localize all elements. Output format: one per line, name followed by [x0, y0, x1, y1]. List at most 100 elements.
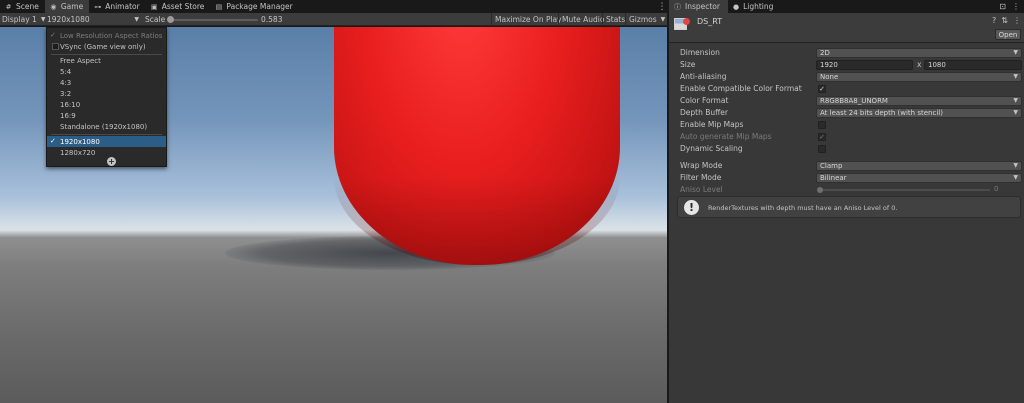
- wrap-mode-dropdown[interactable]: Clamp ▼: [816, 161, 1022, 171]
- anti-aliasing-label: Anti-aliasing: [680, 72, 727, 81]
- dimension-dropdown[interactable]: 2D ▼: [816, 48, 1022, 58]
- tab-package-manager-label: Package Manager: [226, 2, 293, 11]
- filter-mode-value: Bilinear: [820, 174, 847, 182]
- maximize-on-play-toggle[interactable]: Maximize On Play: [491, 13, 565, 26]
- chevron-down-icon: ▼: [1013, 162, 1018, 169]
- prop-mip-maps: Enable Mip Maps: [669, 119, 1024, 131]
- inspector-panel: ⓘ Inspector ● Lighting ⊡ ⋮ DS_RT ? ⇅ ⋮ Ope…: [669, 0, 1024, 403]
- aspect-option[interactable]: 3:2: [47, 88, 166, 99]
- scene-tab-bar: # Scene ◉ Game ⊶ Animator ▣ Asset Store ▤ Pac…: [0, 0, 667, 13]
- low-res-label: Low Resolution Aspect Ratios: [60, 31, 163, 40]
- resolution-dropdown-menu: ✓ Low Resolution Aspect Ratios VSync (Gam…: [46, 27, 167, 167]
- resolution-option[interactable]: 1280x720: [47, 147, 166, 158]
- tab-inspector-label: Inspector: [685, 2, 720, 11]
- checkbox[interactable]: [52, 43, 59, 50]
- compatible-color-checkbox[interactable]: ✓: [818, 85, 826, 93]
- anti-aliasing-value: None: [820, 73, 839, 81]
- aspect-option[interactable]: 16:10: [47, 99, 166, 110]
- tab-asset-store[interactable]: ▣ Asset Store: [146, 0, 211, 13]
- more-options-icon[interactable]: ⋮: [1012, 2, 1020, 11]
- tab-inspector[interactable]: ⓘ Inspector: [669, 0, 728, 13]
- shopping-bag-icon: ▣: [150, 2, 158, 11]
- animator-icon: ⊶: [94, 2, 102, 11]
- tab-lighting[interactable]: ● Lighting: [728, 0, 781, 13]
- depth-buffer-dropdown[interactable]: At least 24 bits depth (with stencil) ▼: [816, 108, 1022, 118]
- asset-header: DS_RT ? ⇅ ⋮ Open: [669, 13, 1024, 43]
- color-format-dropdown[interactable]: R8G8B8A8_UNORM ▼: [816, 96, 1022, 106]
- tab-animator-label: Animator: [105, 2, 140, 11]
- tab-game[interactable]: ◉ Game: [44, 0, 90, 13]
- color-format-label: Color Format: [680, 96, 729, 105]
- open-button[interactable]: Open: [995, 29, 1021, 40]
- chevron-down-icon: ▼: [1013, 109, 1018, 116]
- scale-value: 0.583: [261, 15, 283, 24]
- game-toolbar: Display 1 ▼ 1920x1080 ▼ Scale 0.583 Maximi…: [0, 13, 667, 26]
- checkmark-icon: ✓: [50, 137, 56, 145]
- chevron-down-icon: ▼: [40, 16, 46, 23]
- chevron-down-icon: ▼: [660, 16, 666, 23]
- mute-audio-toggle[interactable]: Mute Audio: [558, 13, 607, 26]
- more-options-icon[interactable]: ⋮: [657, 0, 667, 13]
- dynamic-scaling-checkbox[interactable]: [818, 145, 826, 153]
- mip-maps-label: Enable Mip Maps: [680, 120, 744, 129]
- vsync-option[interactable]: VSync (Game view only): [47, 41, 166, 52]
- menu-divider: [51, 134, 162, 135]
- filter-mode-dropdown[interactable]: Bilinear ▼: [816, 173, 1022, 183]
- prop-dimension: Dimension 2D ▼: [669, 47, 1024, 59]
- display-dropdown[interactable]: Display 1 ▼: [2, 13, 45, 26]
- prop-filter-mode: Filter Mode Bilinear ▼: [669, 172, 1024, 184]
- scale-label: Scale: [145, 15, 166, 24]
- lock-icon[interactable]: ⊡: [999, 2, 1006, 11]
- resolution-option-selected[interactable]: ✓ 1920x1080: [47, 136, 166, 147]
- gizmos-dropdown[interactable]: Gizmos ▼: [625, 13, 668, 26]
- height-input[interactable]: 1080: [924, 60, 1022, 70]
- chevron-down-icon: ▼: [134, 16, 139, 23]
- tab-scene[interactable]: # Scene: [0, 0, 45, 13]
- dimension-value: 2D: [820, 49, 830, 57]
- aniso-level-slider-handle[interactable]: [817, 187, 823, 193]
- width-input[interactable]: 1920: [816, 60, 913, 70]
- chevron-down-icon: ▼: [1013, 97, 1018, 104]
- aspect-option[interactable]: Free Aspect: [47, 55, 166, 66]
- gizmos-label: Gizmos: [629, 15, 657, 24]
- prop-anti-aliasing: Anti-aliasing None ▼: [669, 71, 1024, 83]
- chevron-down-icon: ▼: [1013, 174, 1018, 181]
- help-message: RenderTextures with depth must have an A…: [708, 204, 898, 212]
- chevron-down-icon: ▼: [1013, 49, 1018, 56]
- prop-size: Size 1920 x 1080: [669, 59, 1024, 71]
- tab-package-manager[interactable]: ▤ Package Manager: [210, 0, 298, 13]
- add-resolution-icon[interactable]: +: [107, 157, 116, 166]
- aspect-option[interactable]: Standalone (1920x1080): [47, 121, 166, 132]
- prop-auto-mip: Auto generate Mip Maps ✓: [669, 131, 1024, 143]
- aniso-level-label: Aniso Level: [680, 185, 723, 194]
- tab-game-label: Game: [60, 2, 84, 11]
- filter-mode-label: Filter Mode: [680, 173, 722, 182]
- tab-bar-spacer: [299, 0, 657, 13]
- aspect-option[interactable]: 4:3: [47, 77, 166, 88]
- scale-slider[interactable]: [170, 19, 258, 21]
- size-x-label: x: [917, 60, 922, 69]
- aspect-option[interactable]: 5:4: [47, 66, 166, 77]
- tab-asset-store-label: Asset Store: [161, 2, 205, 11]
- size-label: Size: [680, 60, 696, 69]
- anti-aliasing-dropdown[interactable]: None ▼: [816, 72, 1022, 82]
- tab-animator[interactable]: ⊶ Animator: [89, 0, 145, 13]
- wrap-mode-label: Wrap Mode: [680, 161, 723, 170]
- header-icons: ? ⇅ ⋮: [992, 16, 1021, 25]
- prop-color-format: Color Format R8G8B8A8_UNORM ▼: [669, 95, 1024, 107]
- help-icon[interactable]: ?: [992, 16, 996, 25]
- settings-icon[interactable]: ⇅: [1001, 16, 1008, 25]
- aniso-level-slider[interactable]: [820, 189, 990, 191]
- vsync-label: VSync (Game view only): [60, 42, 146, 51]
- aspect-option[interactable]: 16:9: [47, 110, 166, 121]
- more-options-icon[interactable]: ⋮: [1013, 16, 1021, 25]
- prop-wrap-mode: Wrap Mode Clamp ▼: [669, 160, 1024, 172]
- tab-lighting-label: Lighting: [743, 2, 774, 11]
- prop-aniso-level: Aniso Level 0: [669, 184, 1024, 196]
- resolution-dropdown[interactable]: 1920x1080 ▼: [47, 13, 141, 26]
- scale-slider-handle[interactable]: [167, 16, 174, 23]
- auto-mip-checkbox[interactable]: ✓: [818, 133, 826, 141]
- low-resolution-option[interactable]: ✓ Low Resolution Aspect Ratios: [47, 30, 166, 41]
- aniso-level-value[interactable]: 0: [994, 185, 998, 193]
- mip-maps-checkbox[interactable]: [818, 121, 826, 129]
